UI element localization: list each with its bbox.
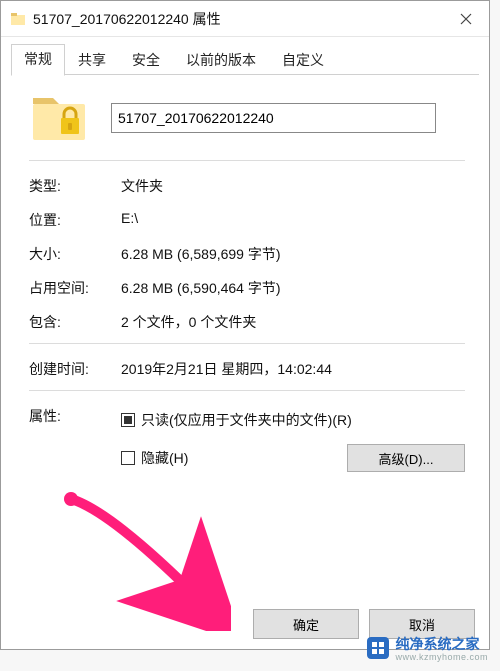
hidden-checkbox[interactable] xyxy=(121,451,135,465)
tab-customize[interactable]: 自定义 xyxy=(269,45,337,76)
hidden-label: 隐藏(H) xyxy=(141,448,188,468)
properties-dialog: 51707_20170622012240 属性 常规 共享 安全 以前的版本 自… xyxy=(0,0,490,650)
general-panel: 类型:文件夹 位置:E:\ 大小:6.28 MB (6,589,699 字节) … xyxy=(1,76,489,495)
sizeondisk-value: 6.28 MB (6,590,464 字节) xyxy=(121,278,465,298)
attributes-label: 属性: xyxy=(29,406,121,476)
type-value: 文件夹 xyxy=(121,176,465,196)
sizeondisk-label: 占用空间: xyxy=(29,278,121,298)
window-icon xyxy=(9,10,27,28)
folder-lock-icon xyxy=(29,90,93,146)
watermark-url: www.kzmyhome.com xyxy=(395,652,488,662)
readonly-label: 只读(仅应用于文件夹中的文件)(R) xyxy=(141,410,352,430)
tab-underline xyxy=(11,74,479,75)
watermark: 纯净系统之家 www.kzmyhome.com xyxy=(361,631,494,665)
watermark-text: 纯净系统之家 xyxy=(395,636,479,652)
readonly-checkbox[interactable] xyxy=(121,413,135,427)
created-value: 2019年2月21日 星期四，14:02:44 xyxy=(121,359,465,379)
contains-label: 包含: xyxy=(29,312,121,332)
tab-security[interactable]: 安全 xyxy=(119,45,173,76)
size-label: 大小: xyxy=(29,244,121,264)
ok-button[interactable]: 确定 xyxy=(253,609,359,639)
annotation-arrow xyxy=(51,491,231,631)
tab-previous-versions[interactable]: 以前的版本 xyxy=(173,45,269,76)
tab-sharing[interactable]: 共享 xyxy=(65,45,119,76)
tab-bar: 常规 共享 安全 以前的版本 自定义 xyxy=(1,37,489,75)
size-value: 6.28 MB (6,589,699 字节) xyxy=(121,244,465,264)
close-button[interactable] xyxy=(443,1,489,37)
separator xyxy=(29,390,465,391)
titlebar[interactable]: 51707_20170622012240 属性 xyxy=(1,1,489,37)
created-label: 创建时间: xyxy=(29,359,121,379)
window-title: 51707_20170622012240 属性 xyxy=(33,9,221,29)
location-value: E:\ xyxy=(121,210,465,230)
folder-name-input[interactable] xyxy=(111,103,436,133)
location-label: 位置: xyxy=(29,210,121,230)
tab-general[interactable]: 常规 xyxy=(11,44,65,76)
advanced-button[interactable]: 高级(D)... xyxy=(347,444,465,472)
separator xyxy=(29,160,465,161)
contains-value: 2 个文件，0 个文件夹 xyxy=(121,312,465,332)
watermark-icon xyxy=(367,637,389,659)
type-label: 类型: xyxy=(29,176,121,196)
separator xyxy=(29,343,465,344)
